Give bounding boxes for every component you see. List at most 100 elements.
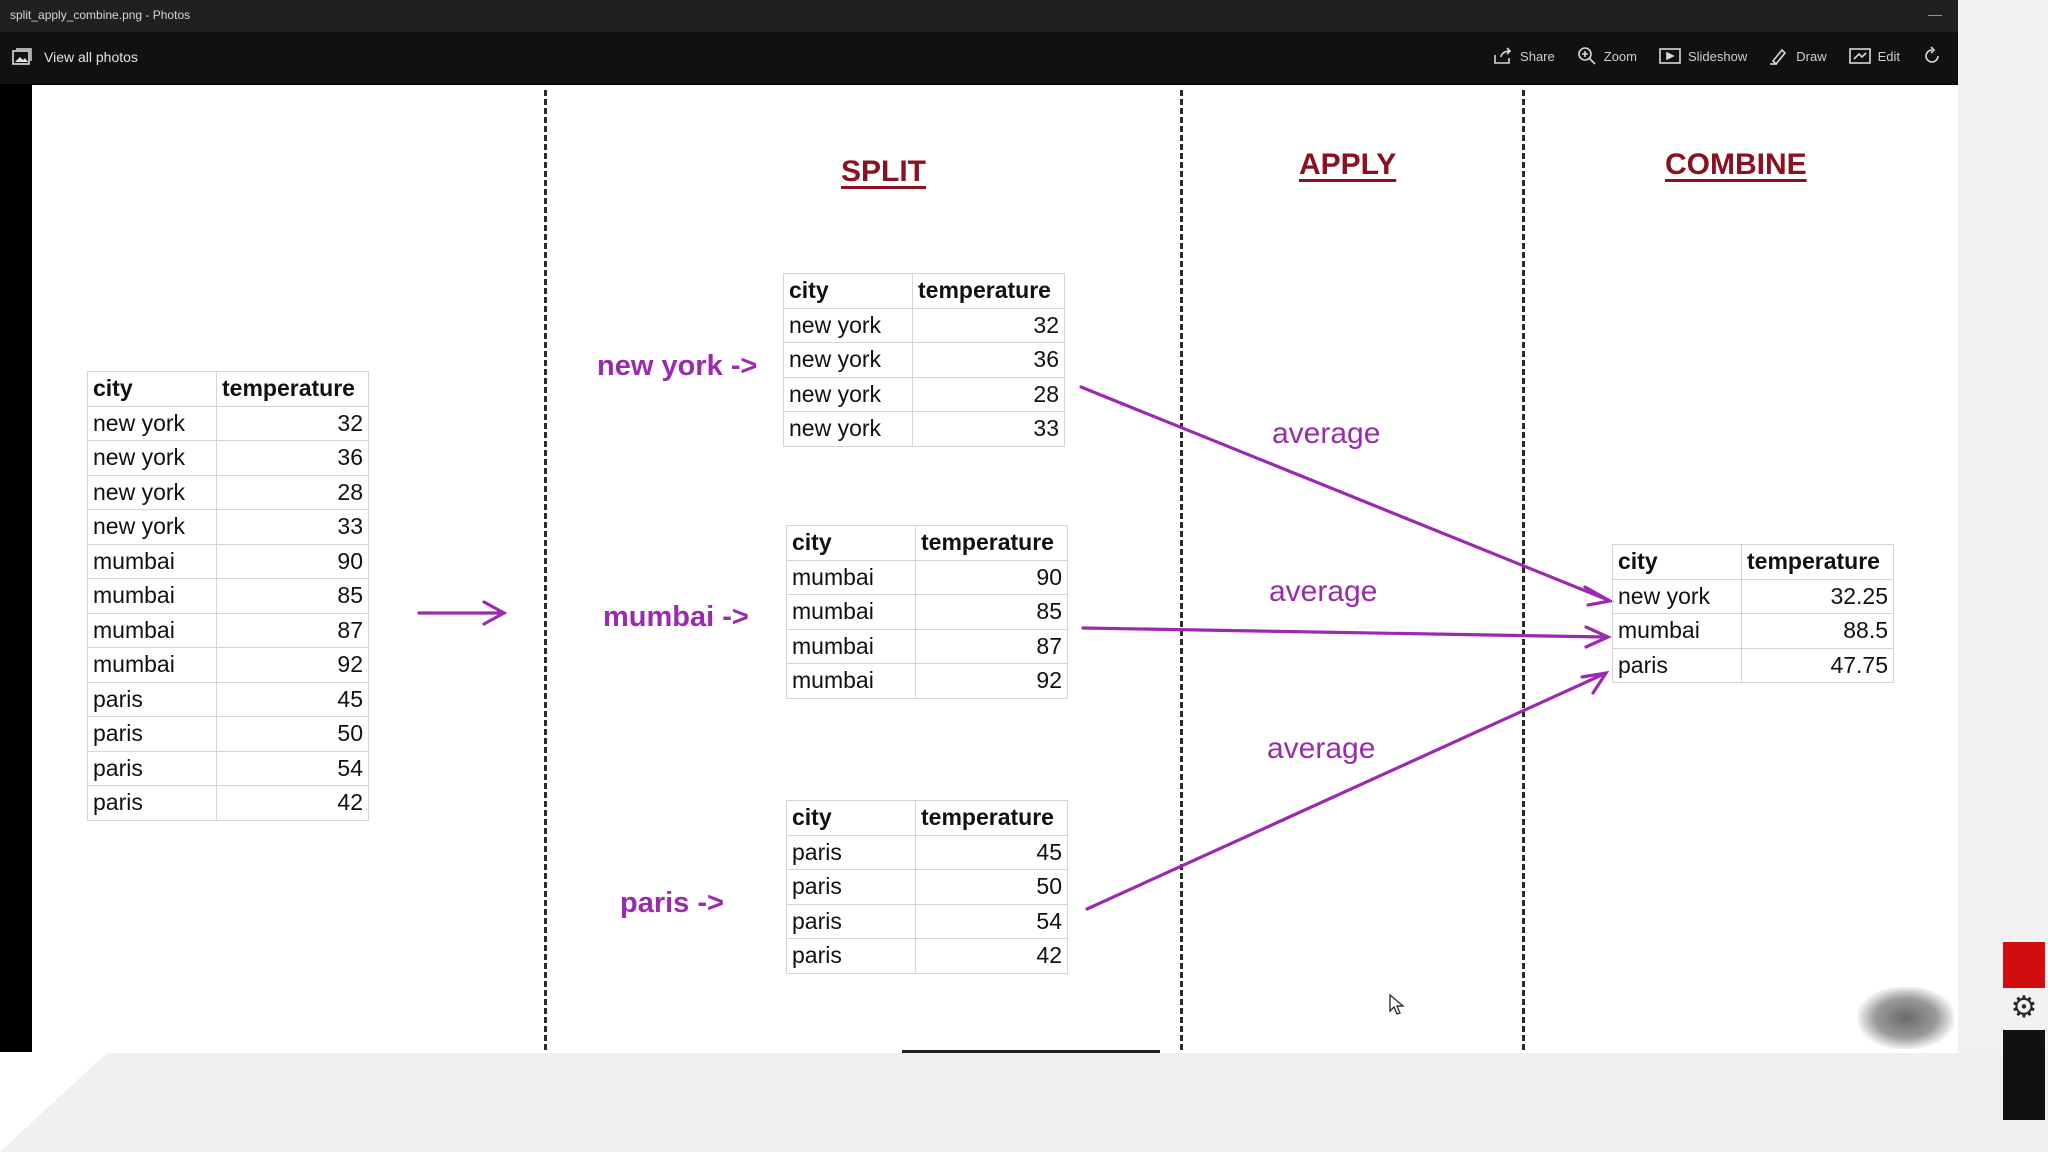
group-label-paris: paris -> (620, 887, 724, 919)
draw-button[interactable]: Draw (1769, 47, 1827, 65)
column-header-temperature: temperature (1741, 544, 1894, 580)
table-row: mumbai 92 (786, 663, 1068, 699)
apply-label-new-york: average (1272, 417, 1381, 450)
blurred-thumbnail (1858, 987, 1954, 1049)
temperature-cell: 28 (912, 376, 1065, 412)
edit-icon (1848, 48, 1871, 64)
city-cell: paris (786, 869, 916, 905)
temperature-cell: 85 (915, 594, 1068, 630)
zoom-button[interactable]: Zoom (1577, 47, 1637, 65)
temperature-cell: 45 (915, 834, 1068, 870)
column-header-city: city (1612, 544, 1742, 580)
city-cell: new york (783, 411, 913, 447)
column-header-temperature: temperature (915, 525, 1068, 561)
mumbai-arrow (1081, 625, 1612, 649)
city-cell: paris (786, 903, 916, 939)
split-table-mumbai: city temperature mumbai 90 mumbai 85 mumbai 8… (786, 525, 1068, 699)
city-cell: paris (1612, 647, 1742, 683)
city-cell: mumbai (786, 594, 916, 630)
apply-label-mumbai: average (1269, 575, 1378, 608)
record-button[interactable] (2003, 942, 2045, 988)
column-header-temperature: temperature (912, 273, 1065, 309)
table-row: mumbai 88.5 (1612, 613, 1894, 649)
group-label-mumbai: mumbai -> (603, 601, 749, 633)
table-row: new york 33 (783, 411, 1065, 447)
temperature-cell: 90 (915, 559, 1068, 595)
city-cell: mumbai (786, 628, 916, 664)
temperature-cell: 33 (912, 411, 1065, 447)
city-cell: paris (786, 938, 916, 974)
photos-toolbar: View all photos Share Zoom Slideshow Dra… (0, 32, 1958, 84)
temperature-cell: 50 (915, 869, 1068, 905)
toolbar-actions: Share Zoom Slideshow Draw Edit (1493, 46, 1942, 66)
draw-icon (1770, 48, 1787, 65)
table-row: new york 32 (783, 307, 1065, 343)
city-cell: paris (786, 834, 916, 870)
rotate-button[interactable] (1922, 46, 1942, 66)
column-header-city: city (786, 800, 916, 836)
zoom-icon (1577, 47, 1596, 65)
group-label-new-york: new york -> (597, 350, 758, 382)
city-cell: mumbai (786, 559, 916, 595)
bottom-bar (902, 1050, 1160, 1053)
temperature-cell: 54 (915, 903, 1068, 939)
table-row: new york 32.25 (1612, 578, 1894, 614)
background-corner (0, 1050, 110, 1152)
mouse-cursor-icon (1389, 993, 1405, 1015)
view-all-photos-button[interactable]: View all photos (12, 48, 138, 66)
table-row: new york 36 (783, 342, 1065, 378)
city-cell: new york (783, 342, 913, 378)
table-header-row: city temperature (783, 273, 1065, 309)
city-cell: new york (1612, 578, 1742, 614)
edit-button[interactable]: Edit (1848, 47, 1900, 65)
table-row: mumbai 85 (786, 594, 1068, 630)
temperature-cell: 88.5 (1741, 613, 1894, 649)
apply-label-paris: average (1267, 732, 1376, 765)
city-cell: mumbai (1612, 613, 1742, 649)
table-row: paris 45 (786, 834, 1068, 870)
split-table-paris: city temperature paris 45 paris 50 paris 54 pa… (786, 800, 1068, 974)
temperature-cell: 36 (912, 342, 1065, 378)
temperature-cell: 32.25 (1741, 578, 1894, 614)
rotate-icon (1925, 46, 1939, 63)
column-header-city: city (786, 525, 916, 561)
draw-label: Draw (1796, 48, 1827, 64)
table-row: new york 28 (783, 376, 1065, 412)
photos-window: split_apply_combine.png - Photos — View … (0, 0, 1958, 1053)
source-to-split-arrow (417, 600, 508, 626)
slideshow-icon (1659, 48, 1681, 64)
temperature-cell: 32 (912, 307, 1065, 343)
photo-canvas: SPLIT APPLY COMBINE city temperature new… (32, 85, 1958, 1053)
table-row: paris 54 (786, 903, 1068, 939)
table-row: mumbai 90 (786, 559, 1068, 595)
table-row: paris 47.75 (1612, 647, 1894, 683)
slideshow-button[interactable]: Slideshow (1659, 47, 1747, 65)
column-header-temperature: temperature (915, 800, 1068, 836)
share-button[interactable]: Share (1493, 47, 1555, 65)
table-header-row: city temperature (786, 525, 1068, 561)
combined-table: city temperature new york 32.25 mumbai 88.5… (1612, 544, 1894, 683)
title-bar: split_apply_combine.png - Photos — (0, 0, 1958, 32)
paris-arrow (1085, 670, 1610, 911)
edit-label: Edit (1877, 48, 1900, 64)
city-cell: mumbai (786, 663, 916, 699)
slideshow-label: Slideshow (1687, 48, 1748, 64)
recorder-panel (2003, 1030, 2045, 1120)
city-cell: new york (783, 376, 913, 412)
photos-icon (12, 48, 32, 65)
share-icon (1494, 47, 1512, 64)
window-title: split_apply_combine.png - Photos (10, 8, 191, 22)
table-row: paris 42 (786, 938, 1068, 974)
split-table-new-york: city temperature new york 32 new york 36 new… (783, 273, 1065, 447)
background-panel (0, 1050, 2048, 1152)
temperature-cell: 47.75 (1741, 647, 1894, 683)
settings-gear-icon[interactable]: ⚙ (2004, 990, 2044, 1026)
temperature-cell: 42 (915, 938, 1068, 974)
share-label: Share (1520, 48, 1555, 64)
zoom-label: Zoom (1603, 48, 1637, 64)
table-row: mumbai 87 (786, 628, 1068, 664)
minimize-button[interactable]: — (1928, 6, 1942, 22)
temperature-cell: 87 (915, 628, 1068, 664)
column-header-city: city (783, 273, 913, 309)
city-cell: new york (783, 307, 913, 343)
